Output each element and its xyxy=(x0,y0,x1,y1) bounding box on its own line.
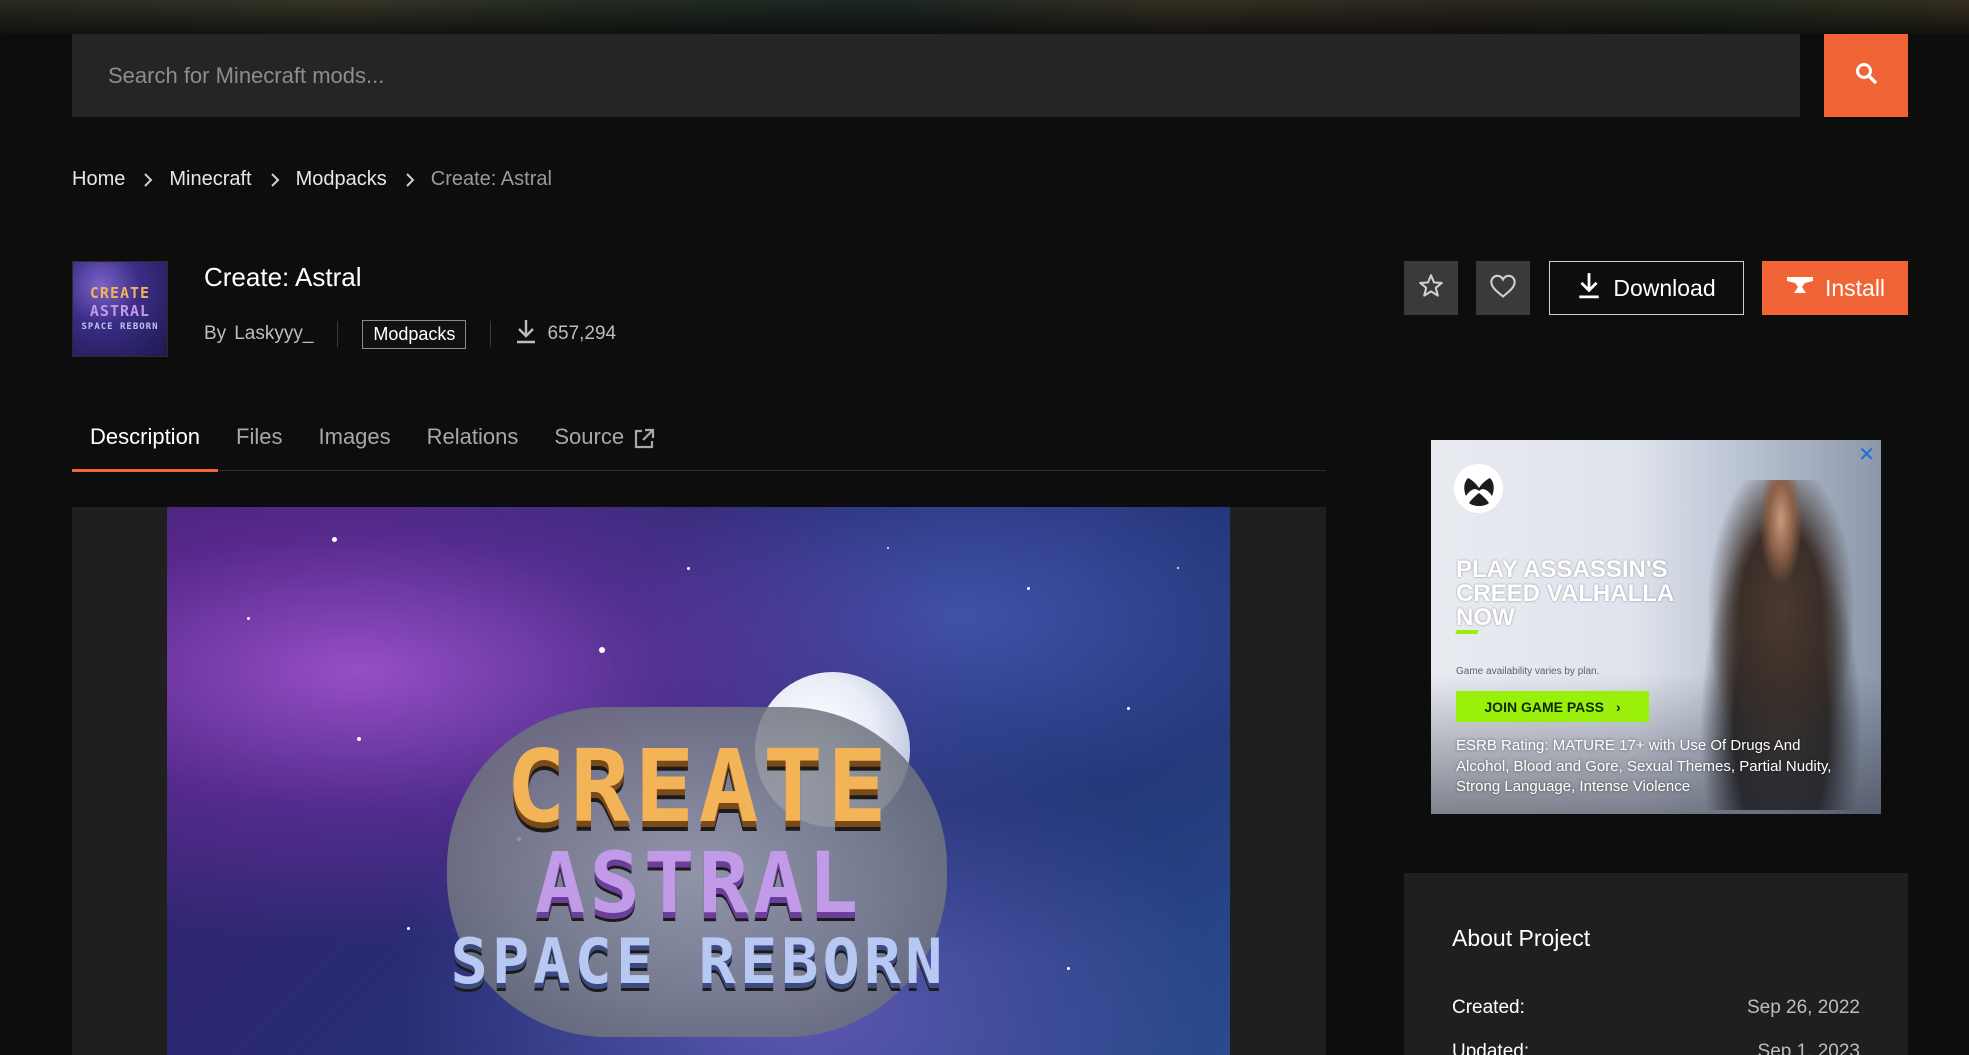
description-panel: CREATE ASTRAL SPACE REBORN xyxy=(72,507,1326,1055)
tab-source[interactable]: Source xyxy=(536,414,674,471)
follow-button[interactable] xyxy=(1404,261,1458,315)
download-icon xyxy=(1577,271,1601,305)
tab-label: Description xyxy=(90,424,201,449)
tab-description[interactable]: Description xyxy=(72,414,219,472)
ad-headline: PLAY ASSASSIN'S CREED VALHALLA NOW xyxy=(1456,556,1674,631)
chevron-right-icon xyxy=(143,172,153,187)
chevron-right-icon xyxy=(270,172,280,187)
author-link[interactable]: Laskyyy_ xyxy=(234,323,313,345)
project-tabs: Description Files Images Relations Sourc… xyxy=(72,414,1326,472)
install-button-label: Install xyxy=(1824,274,1886,301)
download-button[interactable]: Download xyxy=(1549,261,1744,315)
ad-cta-label: JOIN GAME PASS xyxy=(1484,698,1604,715)
project-meta: By Laskyyy_ Modpacks 657,294 xyxy=(204,318,616,350)
heart-icon xyxy=(1489,273,1517,304)
banner-logo-line: CREATE xyxy=(505,728,892,845)
search-button[interactable] xyxy=(1824,34,1908,117)
ad-accent xyxy=(1455,630,1479,634)
about-label: Updated: xyxy=(1452,1041,1530,1055)
search-bar xyxy=(72,34,1908,117)
project-logo-text: CREATE xyxy=(89,284,151,302)
banner-logo-line: SPACE REBORN xyxy=(450,925,947,998)
close-icon[interactable]: ✕ xyxy=(1858,442,1875,467)
tab-images[interactable]: Images xyxy=(301,414,409,471)
about-row-updated: Updated: Sep 1, 2023 xyxy=(1452,1041,1860,1055)
divider xyxy=(337,321,339,347)
about-title: About Project xyxy=(1452,925,1591,951)
top-banner-image xyxy=(0,0,1969,34)
tab-label: Relations xyxy=(426,424,519,449)
banner-logo-line: ASTRAL xyxy=(534,834,863,932)
about-label: Created: xyxy=(1452,997,1525,1018)
star-icon xyxy=(1417,272,1445,305)
project-logo-text: ASTRAL xyxy=(89,302,151,320)
chevron-right-icon: › xyxy=(1615,698,1621,715)
about-project-panel: About Project Created: Sep 26, 2022 Upda… xyxy=(1404,873,1908,1055)
install-button[interactable]: Install xyxy=(1762,261,1908,315)
chevron-right-icon xyxy=(405,172,415,187)
anvil-icon xyxy=(1785,274,1815,302)
join-game-pass-button[interactable]: JOIN GAME PASS › xyxy=(1456,691,1649,722)
advertisement[interactable]: ✕ PLAY ASSASSIN'S CREED VALHALLA NOW Gam… xyxy=(1431,440,1881,814)
divider xyxy=(490,321,492,347)
tab-relations[interactable]: Relations xyxy=(409,414,537,471)
tab-label: Images xyxy=(318,424,391,449)
breadcrumb: Home Minecraft Modpacks Create: Astral xyxy=(72,168,552,191)
favorite-button[interactable] xyxy=(1476,261,1530,315)
about-value: Sep 1, 2023 xyxy=(1757,1041,1860,1055)
search-icon xyxy=(1854,61,1878,90)
breadcrumb-minecraft[interactable]: Minecraft xyxy=(169,168,251,191)
breadcrumb-home[interactable]: Home xyxy=(72,168,125,191)
breadcrumb-modpacks[interactable]: Modpacks xyxy=(296,168,387,191)
external-link-icon xyxy=(632,427,656,457)
tab-files[interactable]: Files xyxy=(218,414,300,471)
download-count: 657,294 xyxy=(515,318,616,350)
xbox-logo-icon xyxy=(1454,464,1503,513)
project-title: Create: Astral xyxy=(204,262,362,292)
download-count-value: 657,294 xyxy=(547,323,617,344)
project-logo: CREATE ASTRAL SPACE REBORN xyxy=(72,261,168,357)
by-label: By xyxy=(204,323,227,344)
banner-logo: CREATE ASTRAL SPACE REBORN xyxy=(167,737,1230,993)
ad-rating: ESRB Rating: MATURE 17+ with Use Of Drug… xyxy=(1456,737,1832,796)
breadcrumb-current: Create: Astral xyxy=(430,168,552,190)
project-banner-image: CREATE ASTRAL SPACE REBORN xyxy=(167,507,1230,1055)
tab-label: Files xyxy=(236,424,283,449)
category-tag[interactable]: Modpacks xyxy=(362,319,467,349)
ad-note: Game availability varies by plan. xyxy=(1456,666,1600,677)
about-value: Sep 26, 2022 xyxy=(1746,997,1860,1018)
download-icon xyxy=(515,318,547,350)
search-input[interactable] xyxy=(72,34,1800,117)
tab-label: Source xyxy=(554,424,625,449)
download-button-label: Download xyxy=(1613,274,1716,301)
project-logo-text: SPACE REBORN xyxy=(81,322,159,332)
about-row-created: Created: Sep 26, 2022 xyxy=(1452,997,1860,1019)
